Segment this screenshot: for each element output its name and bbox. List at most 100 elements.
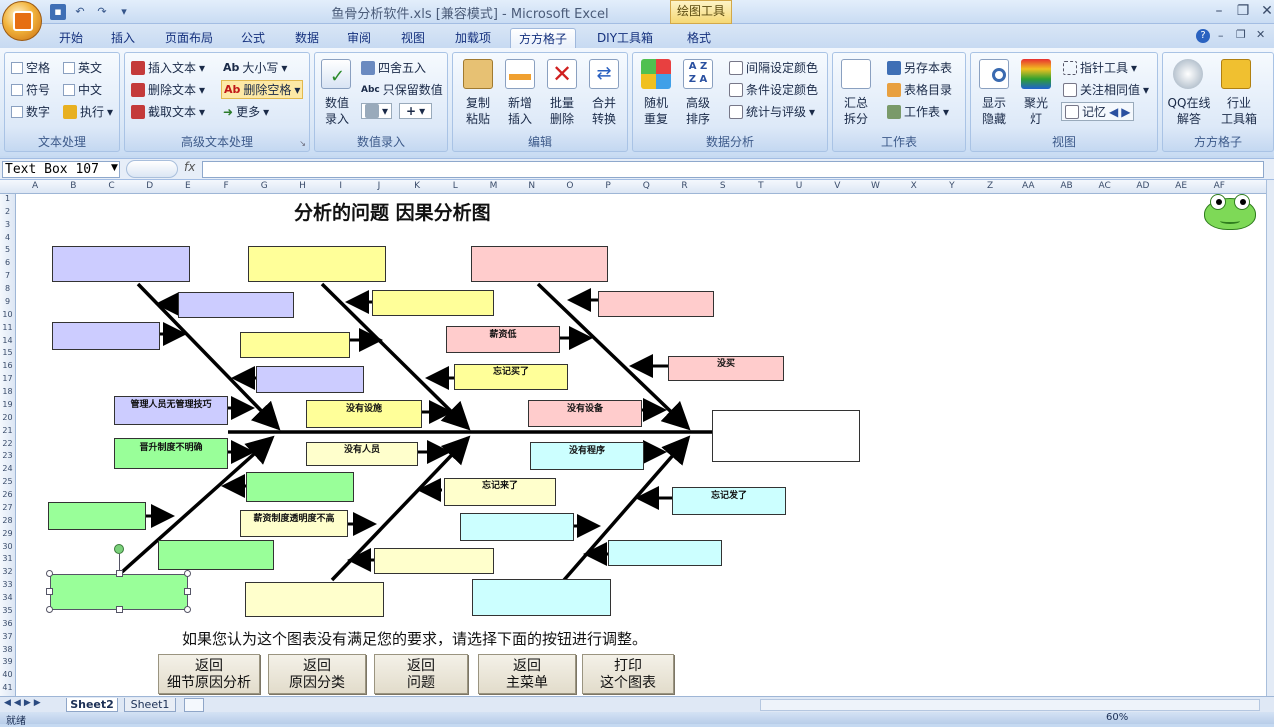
column-header[interactable]: F: [207, 181, 245, 191]
column-header[interactable]: I: [322, 181, 360, 191]
cause-box[interactable]: [158, 540, 274, 570]
cause-box[interactable]: [178, 292, 294, 318]
back-cause-category-button[interactable]: 返回 原因分类: [268, 654, 366, 694]
office-button[interactable]: [2, 1, 42, 41]
row-header[interactable]: 34: [0, 593, 15, 602]
row-header[interactable]: 33: [0, 580, 15, 589]
row-header[interactable]: 36: [0, 619, 15, 628]
arrow-left-icon[interactable]: ◀: [1109, 105, 1118, 119]
category-box-pink[interactable]: [471, 246, 608, 282]
insert-sheet-icon[interactable]: [184, 698, 204, 712]
column-header[interactable]: Z: [971, 181, 1009, 191]
row-header[interactable]: 38: [0, 645, 15, 654]
tab-insert[interactable]: 插入: [104, 28, 142, 48]
row-header[interactable]: 15: [0, 348, 15, 357]
cause-box[interactable]: [240, 332, 350, 358]
cause-box-forgot-buy[interactable]: 忘记买了: [454, 364, 568, 390]
row-header[interactable]: 31: [0, 554, 15, 563]
cause-box-forgot-come[interactable]: 忘记来了: [444, 478, 556, 506]
extract-text-button[interactable]: 截取文本 ▾: [131, 103, 205, 120]
column-header[interactable]: K: [398, 181, 436, 191]
resize-handle[interactable]: [184, 606, 191, 613]
cause-box-rule-unclear[interactable]: 薪资制度透明度不高: [240, 510, 348, 537]
customize-qat-icon[interactable]: ▾: [116, 4, 132, 20]
back-problem-button[interactable]: 返回 问题: [374, 654, 468, 694]
tab-formulas[interactable]: 公式: [234, 28, 272, 48]
cause-box-forgot-sent[interactable]: 忘记发了: [672, 487, 786, 515]
cause-box-no-people[interactable]: 没有人员: [306, 442, 418, 466]
tab-data[interactable]: 数据: [288, 28, 326, 48]
row-header[interactable]: 32: [0, 567, 15, 576]
column-header[interactable]: A: [16, 181, 54, 191]
row-header[interactable]: 20: [0, 413, 15, 422]
row-header[interactable]: 40: [0, 670, 15, 679]
pointer-tool-button[interactable]: 指针工具 ▾: [1063, 59, 1137, 76]
cause-box[interactable]: [598, 291, 714, 317]
tab-diy-toolbox[interactable]: DIY工具箱: [590, 28, 660, 48]
row-header[interactable]: 29: [0, 529, 15, 538]
vertical-scrollbar[interactable]: [1266, 180, 1274, 696]
row-header[interactable]: 24: [0, 464, 15, 473]
arrow-right-icon[interactable]: ▶: [1121, 105, 1130, 119]
cause-box-salary-low[interactable]: 薪资低: [446, 326, 560, 353]
row-header[interactable]: 22: [0, 439, 15, 448]
row-header[interactable]: 19: [0, 400, 15, 409]
table-index-button[interactable]: 表格目录: [887, 81, 952, 98]
row-header[interactable]: 9: [0, 297, 15, 306]
format-dropdown[interactable]: ▾: [361, 103, 393, 119]
column-header[interactable]: AB: [1047, 181, 1085, 191]
horizontal-scrollbar[interactable]: [760, 699, 1260, 711]
tab-addins[interactable]: 加载项: [448, 28, 498, 48]
resize-handle[interactable]: [116, 570, 123, 577]
category-box-yellow[interactable]: [248, 246, 386, 282]
resize-handle[interactable]: [184, 570, 191, 577]
column-header[interactable]: E: [169, 181, 207, 191]
keep-values-button[interactable]: Abc 只保留数值: [361, 81, 443, 98]
category-box-lightyellow[interactable]: [245, 582, 384, 617]
row-header[interactable]: 10: [0, 310, 15, 319]
row-header[interactable]: 27: [0, 503, 15, 512]
cause-box-no-procedure[interactable]: 没有程序: [530, 442, 644, 470]
space-checkbox[interactable]: 空格: [11, 59, 50, 76]
row-header[interactable]: 6: [0, 258, 15, 267]
row-header[interactable]: 4: [0, 233, 15, 242]
cause-box-no-equipment[interactable]: 没有设备: [528, 400, 642, 427]
row-header[interactable]: 14: [0, 336, 15, 345]
save-icon[interactable]: ▪: [50, 4, 66, 20]
column-header[interactable]: H: [283, 181, 321, 191]
copy-paste-button[interactable]: 复制 粘贴: [457, 95, 499, 127]
case-button[interactable]: Ab 大小写 ▾: [223, 59, 287, 76]
row-header[interactable]: 35: [0, 606, 15, 615]
column-header[interactable]: M: [474, 181, 512, 191]
cause-box[interactable]: [608, 540, 722, 566]
random-repeat-button[interactable]: 随机 重复: [635, 95, 677, 127]
save-sheet-button[interactable]: 另存本表: [887, 59, 952, 76]
add-dropdown[interactable]: + ▾: [399, 103, 433, 119]
cause-box-raise-system[interactable]: 晋升制度不明确: [114, 438, 228, 469]
tab-view[interactable]: 视图: [394, 28, 432, 48]
insert-text-button[interactable]: 插入文本 ▾: [131, 59, 205, 76]
column-header[interactable]: O: [551, 181, 589, 191]
row-header[interactable]: 5: [0, 245, 15, 254]
tab-format[interactable]: 格式: [676, 28, 722, 48]
show-hide-button[interactable]: 显示 隐藏: [973, 95, 1015, 127]
delete-text-button[interactable]: 删除文本 ▾: [131, 81, 205, 98]
interval-color-button[interactable]: 间隔设定颜色: [729, 59, 818, 76]
back-main-menu-button[interactable]: 返回 主菜单: [478, 654, 576, 694]
more-button[interactable]: ➜ 更多 ▾: [223, 103, 269, 120]
condition-color-button[interactable]: 条件设定颜色: [729, 81, 818, 98]
data-entry-button[interactable]: 数值 录入: [319, 95, 355, 127]
column-header[interactable]: B: [54, 181, 92, 191]
resize-handle[interactable]: [46, 570, 53, 577]
row-header[interactable]: 8: [0, 284, 15, 293]
cause-box[interactable]: [372, 290, 494, 316]
column-header[interactable]: L: [436, 181, 474, 191]
execute-button[interactable]: 执行 ▾: [63, 103, 113, 120]
new-insert-button[interactable]: 新增 插入: [499, 95, 541, 127]
selected-text-box-107[interactable]: [50, 574, 188, 610]
redo-icon[interactable]: ↷: [94, 4, 110, 20]
tab-review[interactable]: 审阅: [340, 28, 378, 48]
column-header[interactable]: T: [742, 181, 780, 191]
symbol-checkbox[interactable]: 符号: [11, 81, 50, 98]
tab-page-layout[interactable]: 页面布局: [158, 28, 220, 48]
